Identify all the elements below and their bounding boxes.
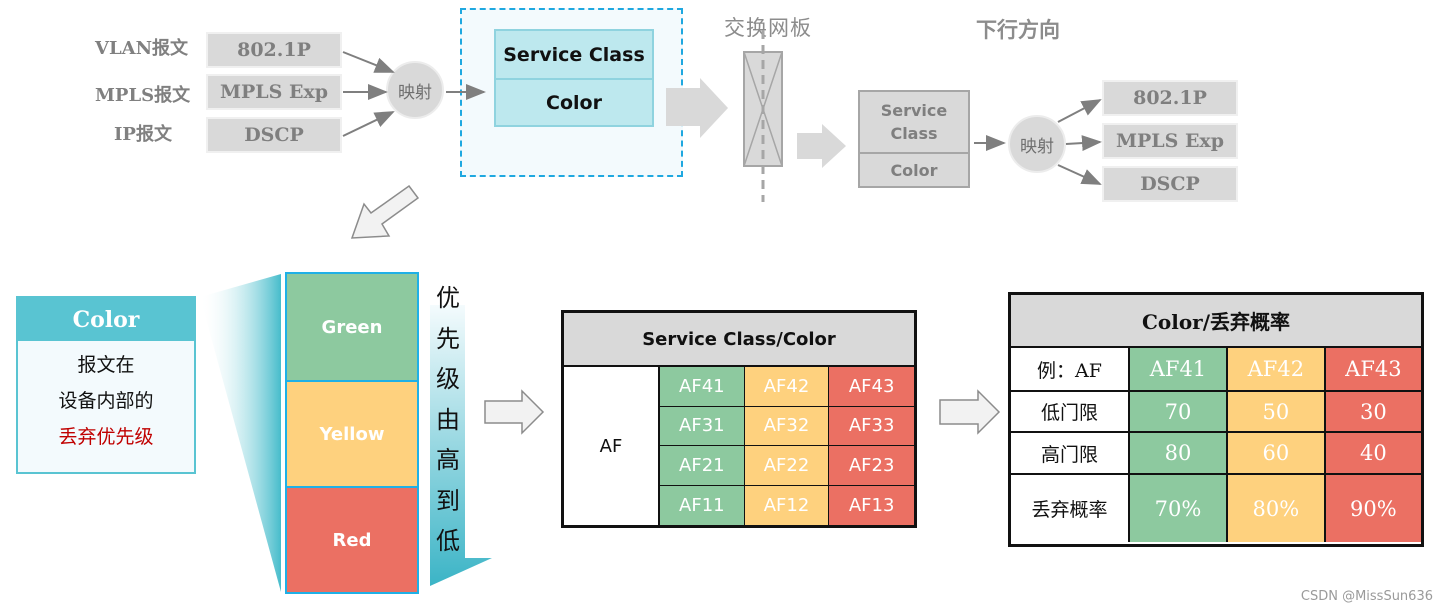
priority-char: 先 xyxy=(436,324,460,353)
table-cell: AF21 xyxy=(660,446,745,486)
table-row: 高门限 80 60 40 xyxy=(1011,431,1421,475)
drop-probability-table: Color/丢弃概率 例：AF AF41 AF42 AF43 低门限 70 50… xyxy=(1008,292,1424,547)
priority-char: 优 xyxy=(436,284,460,312)
arrow-to-service-class-table xyxy=(484,389,545,435)
priority-char: 由 xyxy=(436,405,460,434)
color-cell-yellow: Yellow xyxy=(287,380,417,486)
table-cell: AF33 xyxy=(829,406,914,446)
table-cell: 80% xyxy=(1225,473,1326,542)
color-stack: Green Yellow Red xyxy=(285,272,419,594)
table-cell: 80 xyxy=(1128,431,1228,475)
color-cell-green: Green xyxy=(287,274,417,380)
priority-char: 高 xyxy=(436,446,460,474)
table-cell: AF31 xyxy=(660,406,745,446)
color-card-line-1: 报文在 xyxy=(77,354,135,376)
color-card-line-2: 设备内部的 xyxy=(58,390,154,412)
table-row: 低门限 70 50 30 xyxy=(1011,390,1421,433)
table-cell: AF23 xyxy=(829,446,914,486)
table-cell: AF11 xyxy=(660,485,745,525)
row-label: 丢弃概率 xyxy=(1011,473,1130,542)
arrow-to-drop-table xyxy=(939,389,1001,435)
priority-char: 低 xyxy=(436,527,460,555)
color-explanation-card: Color 报文在 设备内部的 丢弃优先级 xyxy=(16,296,196,474)
table-cell: AF42 xyxy=(1225,348,1326,392)
arrow-down-left xyxy=(350,184,420,239)
funnel-wedge xyxy=(200,274,281,592)
table-cell: 90% xyxy=(1323,473,1421,542)
service-class-cells: AF41 AF42 AF43 AF31 AF32 AF33 AF21 AF22 … xyxy=(660,367,914,525)
table-cell: AF42 xyxy=(744,367,830,407)
switch-fabric-icon xyxy=(743,30,783,202)
service-class-row-label: AF xyxy=(564,367,660,525)
color-cell-red: Red xyxy=(287,486,417,592)
table-row: 丢弃概率 70% 80% 90% xyxy=(1011,473,1421,542)
priority-char: 到 xyxy=(436,486,460,515)
table-cell: 40 xyxy=(1323,431,1421,475)
table-cell: 70% xyxy=(1128,473,1228,542)
table-cell: AF22 xyxy=(744,446,830,486)
arrow-8021p-to-map xyxy=(342,51,395,73)
table-cell: 50 xyxy=(1225,390,1326,433)
drop-table-header: Color/丢弃概率 xyxy=(1011,295,1421,348)
color-card-header: Color xyxy=(18,298,194,341)
priority-char: 级 xyxy=(436,365,460,393)
table-cell: AF13 xyxy=(829,485,914,525)
block-arrow-from-fabric xyxy=(797,124,846,168)
table-cell: AF41 xyxy=(660,367,745,407)
arrow-map-to-mplsexp xyxy=(1065,135,1102,152)
block-arrow-to-fabric xyxy=(666,78,728,138)
service-class-color-table: Service Class/Color AF AF41 AF42 AF43 AF… xyxy=(561,310,917,528)
table-cell: 30 xyxy=(1323,390,1421,433)
table-cell: 60 xyxy=(1225,431,1326,475)
table-cell: AF32 xyxy=(744,406,830,446)
table-cell: AF43 xyxy=(1323,348,1421,392)
row-label: 低门限 xyxy=(1011,390,1130,433)
table-row: 例：AF AF41 AF42 AF43 xyxy=(1011,348,1421,392)
arrow-map-to-dscp xyxy=(1057,164,1102,185)
row-label: 例：AF xyxy=(1011,348,1130,392)
color-card-line-3: 丢弃优先级 xyxy=(58,426,154,448)
table-cell: AF12 xyxy=(744,485,830,525)
arrow-map-to-8021p xyxy=(1057,99,1102,123)
row-label: 高门限 xyxy=(1011,431,1130,475)
watermark: CSDN @MissSun636 xyxy=(1300,589,1433,604)
table-cell: AF43 xyxy=(829,367,914,407)
arrow-dscp-to-map xyxy=(342,111,395,137)
service-class-table-header: Service Class/Color xyxy=(564,313,914,367)
table-cell: 70 xyxy=(1128,390,1228,433)
priority-high-to-low-text: 优 先 级 由 高 到 低 xyxy=(433,278,463,562)
table-cell: AF41 xyxy=(1128,348,1228,392)
